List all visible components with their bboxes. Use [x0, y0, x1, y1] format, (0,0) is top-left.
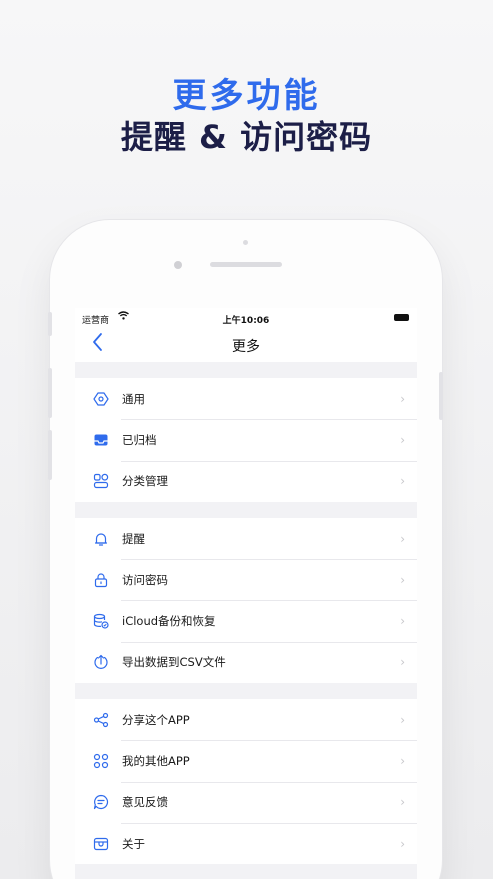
share-icon — [92, 711, 110, 729]
chevron-right-icon: › — [400, 836, 405, 851]
export-icon — [92, 653, 110, 671]
phone-sensor — [243, 240, 248, 245]
menu-item-label: 分类管理 — [122, 474, 168, 489]
nav-bar: 更多 — [75, 328, 417, 362]
menu-item-export-csv[interactable]: 导出数据到CSV文件 › — [75, 641, 417, 683]
menu-item-icloud-backup[interactable]: iCloud备份和恢复 › — [75, 600, 417, 641]
about-icon — [92, 835, 110, 853]
battery-icon — [394, 314, 409, 321]
menu-item-passcode[interactable]: 访问密码 › — [75, 559, 417, 600]
page-title: 更多 — [232, 339, 260, 355]
menu-item-other-apps[interactable]: 我的其他APP › — [75, 740, 417, 781]
category-icon — [92, 472, 110, 490]
general-settings-icon — [92, 390, 110, 408]
menu-item-label: 我的其他APP — [122, 754, 190, 769]
chevron-right-icon: › — [400, 655, 405, 670]
menu-item-label: 提醒 — [122, 531, 145, 546]
menu-item-label: 导出数据到CSV文件 — [122, 655, 226, 670]
menu-item-label: 意见反馈 — [122, 795, 168, 810]
phone-side-button — [48, 430, 52, 480]
archive-tray-icon — [92, 431, 110, 449]
lock-icon — [92, 571, 110, 589]
menu-item-reminder[interactable]: 提醒 › — [75, 518, 417, 559]
chevron-right-icon: › — [400, 391, 405, 406]
apps-grid-icon — [92, 752, 110, 770]
menu-item-label: 访问密码 — [122, 572, 168, 587]
chevron-right-icon: › — [400, 572, 405, 587]
phone-side-button — [48, 312, 52, 336]
app-screen: 运营商 上午10:06 更多 通用 › 已归档 › 分类管理 › 提醒 › 访问… — [75, 308, 417, 879]
menu-item-label: iCloud备份和恢复 — [122, 614, 216, 629]
feedback-icon — [92, 793, 110, 811]
chevron-right-icon: › — [400, 712, 405, 727]
phone-side-button — [439, 372, 443, 420]
settings-group-security: 提醒 › 访问密码 › iCloud备份和恢复 › 导出数据到CSV文件 › — [75, 517, 417, 684]
promo-headline: 更多功能 — [172, 76, 321, 116]
status-bar: 运营商 上午10:06 — [75, 308, 417, 328]
menu-item-label: 分享这个APP — [122, 712, 190, 727]
menu-item-archived[interactable]: 已归档 › — [75, 419, 417, 460]
settings-group-about: 分享这个APP › 我的其他APP › 意见反馈 › 关于 › — [75, 699, 417, 865]
menu-item-label: 关于 — [122, 836, 145, 851]
promo-subheadline: 提醒 & 访问密码 — [120, 118, 373, 156]
settings-group-general: 通用 › 已归档 › 分类管理 › — [75, 378, 417, 502]
chevron-right-icon: › — [400, 531, 405, 546]
chevron-right-icon: › — [400, 474, 405, 489]
menu-item-about[interactable]: 关于 › — [75, 822, 417, 864]
menu-item-label: 通用 — [122, 391, 145, 406]
chevron-right-icon: › — [400, 795, 405, 810]
phone-side-button — [48, 368, 52, 418]
status-time: 上午10:06 — [222, 316, 270, 326]
menu-item-label: 已归档 — [122, 432, 157, 447]
database-backup-icon — [92, 612, 110, 630]
phone-speaker — [210, 262, 282, 267]
chevron-right-icon: › — [400, 754, 405, 769]
menu-item-share-app[interactable]: 分享这个APP › — [75, 699, 417, 740]
bell-icon — [92, 530, 110, 548]
chevron-right-icon: › — [400, 614, 405, 629]
chevron-right-icon: › — [400, 432, 405, 447]
phone-camera — [174, 261, 182, 269]
menu-item-categories[interactable]: 分类管理 › — [75, 460, 417, 502]
menu-item-general[interactable]: 通用 › — [75, 378, 417, 419]
menu-item-feedback[interactable]: 意见反馈 › — [75, 781, 417, 823]
